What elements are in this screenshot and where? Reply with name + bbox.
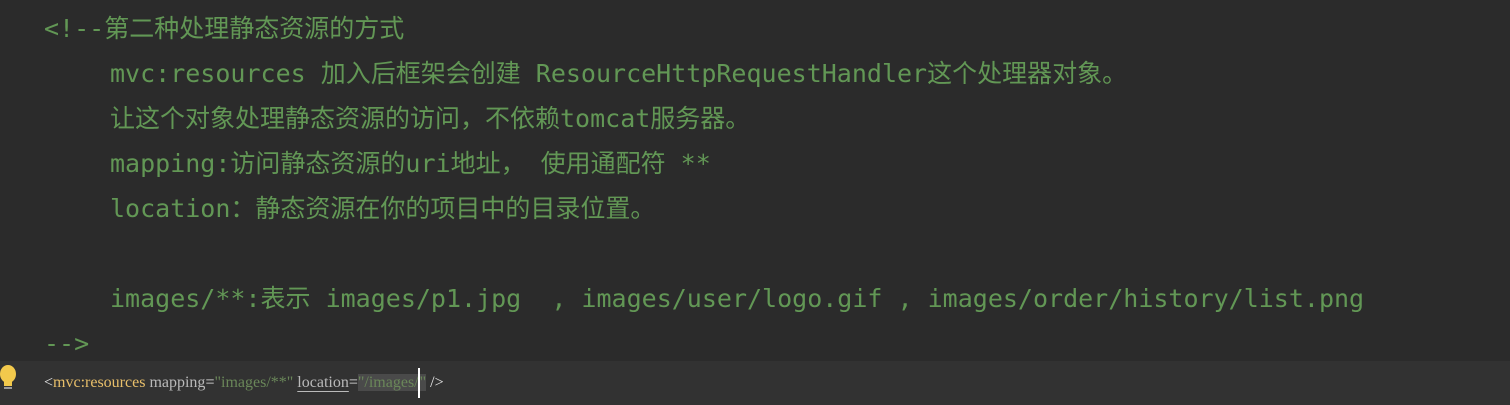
attr-mapping-value: "images/**"	[214, 374, 294, 391]
attr-location-value-selected: "/images/	[357, 374, 419, 391]
code-line-mvc-resources[interactable]: <mvc:resources mapping = "images/**" locat…	[44, 361, 444, 405]
attr-mapping-name: mapping	[149, 374, 206, 391]
comment-line-3: mapping:访问静态资源的uri地址， 使用通配符 **	[110, 149, 711, 178]
comment-close-line: -->	[44, 329, 90, 358]
tag-open-bracket: <	[44, 374, 54, 391]
comment-line-5	[44, 231, 1510, 276]
lightbulb-icon[interactable]	[0, 364, 16, 392]
tag-self-close: />	[426, 374, 444, 391]
tag-name: mvc:resources	[53, 374, 146, 391]
comment-line-6: images/**:表示 images/p1.jpg , images/user…	[110, 284, 1365, 313]
comment-open-line: <!--第二种处理静态资源的方式	[44, 14, 405, 43]
comment-line-2: 让这个对象处理静态资源的访问，不依赖tomcat服务器。	[110, 104, 751, 133]
attr-location-eq: =	[348, 374, 358, 391]
attr-location-name[interactable]: location	[297, 374, 349, 391]
code-editor[interactable]: <!--第二种处理静态资源的方式 mvc:resources 加入后框架会创建 …	[0, 0, 1510, 405]
comment-line-4: location：静态资源在你的项目中的目录位置。	[110, 194, 656, 223]
comment-line-1: mvc:resources 加入后框架会创建 ResourceHttpReque…	[110, 59, 1128, 88]
